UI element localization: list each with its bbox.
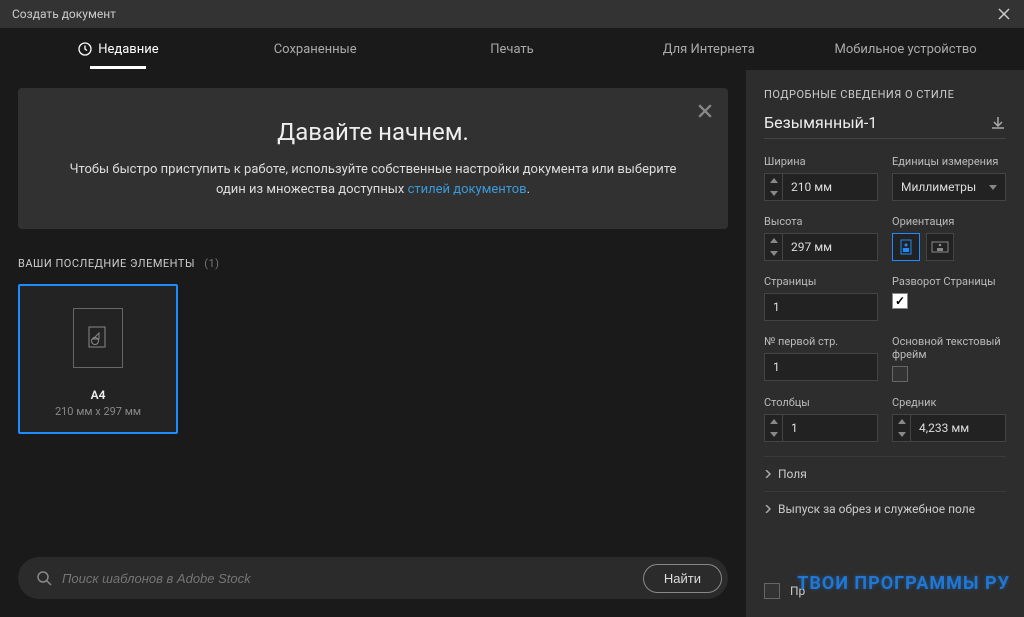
close-button[interactable] [984,0,1024,28]
hero-text-body: Чтобы быстро приступить к работе, исполь… [70,162,677,197]
pages-input[interactable]: 1 [764,293,878,321]
preview-checkbox[interactable] [764,583,780,599]
stepper-arrows[interactable] [765,234,783,260]
panel-header: ПОДРОБНЫЕ СВЕДЕНИЯ О СТИЛЕ [764,88,1006,101]
chevron-up-icon [893,415,910,428]
units-label: Единицы измерения [892,155,1006,168]
tab-web[interactable]: Для Интернета [610,32,807,67]
height-input[interactable]: 297 мм [764,233,878,261]
tab-label: Для Интернета [663,42,755,57]
tab-print[interactable]: Печать [414,32,611,67]
chevron-up-icon [765,234,782,247]
hero-close-button[interactable] [692,98,718,124]
search-input[interactable] [62,571,643,586]
chevron-down-icon [765,247,782,260]
units-dropdown[interactable]: Миллиметры [892,173,1006,201]
margins-label: Поля [778,467,807,481]
recent-items-label: ВАШИ ПОСЛЕДНИЕ ЭЛЕМЕНТЫ (1) [18,257,728,270]
columns-label: Столбцы [764,396,878,409]
tab-label: Мобильное устройство [834,42,976,57]
recent-label-text: ВАШИ ПОСЛЕДНИЕ ЭЛЕМЕНТЫ [18,257,195,270]
recent-count: (1) [204,257,219,270]
watermark: ТВОИ ПРОГРАММЫ РУ [797,573,1010,594]
preview-label: Пр [790,584,805,598]
units-value: Миллиметры [901,180,976,194]
height-label: Высота [764,215,878,228]
preset-a4[interactable]: A4 210 мм x 297 мм [18,284,178,434]
preset-dims: 210 мм x 297 мм [55,405,141,418]
gutter-label: Средник [892,396,1006,409]
hero-text-period: . [527,182,530,197]
columns-value: 1 [783,421,877,435]
hero-link[interactable]: стилей документов [408,182,527,197]
height-value: 297 мм [783,240,877,254]
window-title: Создать документ [12,7,116,21]
chevron-right-icon [764,505,772,513]
bleed-expand[interactable]: Выпуск за обрез и служебное поле [764,491,1006,526]
primary-text-frame-label: Основной текстовый фрейм [892,335,1006,361]
tab-label: Печать [490,42,534,57]
tab-label: Сохраненные [274,42,357,57]
gutter-value: 4,233 мм [911,421,1005,435]
search-button[interactable]: Найти [643,564,722,593]
stepper-arrows[interactable] [765,415,783,441]
pages-value: 1 [765,300,877,314]
bleed-label: Выпуск за обрез и служебное поле [778,502,975,516]
chevron-up-icon [765,415,782,428]
pages-label: Страницы [764,275,878,288]
spread-checkbox[interactable] [892,293,908,309]
primary-text-frame-checkbox[interactable] [892,366,908,382]
first-page-value: 1 [765,360,877,374]
chevron-down-icon [765,428,782,441]
orientation-label: Ориентация [892,215,1006,228]
tab-mobile[interactable]: Мобильное устройство [807,32,1004,67]
margins-expand[interactable]: Поля [764,456,1006,491]
tab-recent[interactable]: Недавние [20,32,217,67]
chevron-down-icon [989,185,997,190]
titlebar: Создать документ [0,0,1024,28]
spread-label: Разворот Страницы [892,275,1006,288]
chevron-down-icon [765,187,782,200]
chevron-right-icon [764,470,772,478]
columns-input[interactable]: 1 [764,414,878,442]
document-icon [73,308,123,368]
stepper-arrows[interactable] [893,415,911,441]
chevron-up-icon [765,174,782,187]
width-input[interactable]: 210 мм [764,173,878,201]
hero-box: Давайте начнем. Чтобы быстро приступить … [18,88,728,229]
gutter-input[interactable]: 4,233 мм [892,414,1006,442]
hero-title: Давайте начнем. [58,118,688,146]
width-label: Ширина [764,155,878,168]
chevron-down-icon [893,428,910,441]
tab-saved[interactable]: Сохраненные [217,32,414,67]
preset-name: A4 [91,388,106,402]
hero-text: Чтобы быстро приступить к работе, исполь… [58,160,688,199]
width-value: 210 мм [783,180,877,194]
search-bar: Найти [18,557,728,599]
orientation-landscape[interactable] [926,233,954,261]
first-page-label: № первой стр. [764,335,878,348]
first-page-input[interactable]: 1 [764,353,878,381]
category-tabs: Недавние Сохраненные Печать Для Интернет… [0,28,1024,70]
download-preset-icon[interactable] [990,115,1006,131]
document-name[interactable]: Безымянный-1 [764,113,877,132]
orientation-portrait[interactable] [892,233,920,261]
tab-label: Недавние [98,42,158,57]
search-icon [36,570,52,586]
stepper-arrows[interactable] [765,174,783,200]
